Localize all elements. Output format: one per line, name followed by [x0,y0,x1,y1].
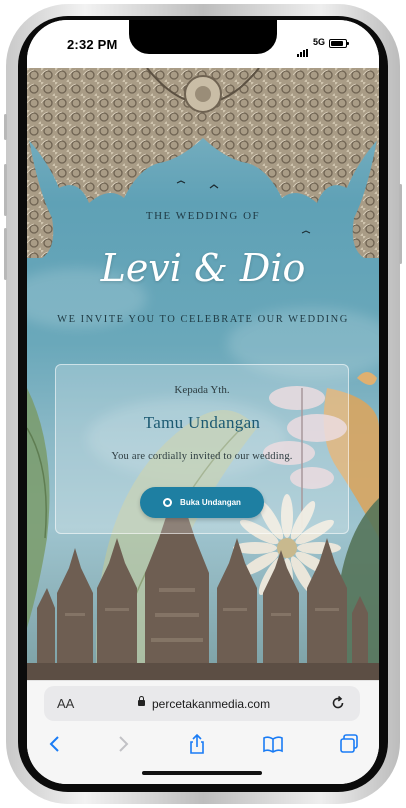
network-type: 5G [313,37,326,47]
invitation-message: You are cordially invited to our wedding… [111,451,293,462]
url-text: percetakanmedia.com [152,697,271,711]
notch [129,20,277,54]
open-invitation-button[interactable]: Buka Undangan [140,487,264,518]
status-bar: 2:32 PM 5G [27,20,379,68]
lock-icon [138,696,145,706]
wedding-heading: THE WEDDING OF [145,210,261,222]
invite-tagline: WE INVITE YOU TO CELEBRATE OUR WEDDING [57,314,349,325]
home-indicator [142,771,262,775]
safari-bottom-bar: AA percetakanmedia.com [27,680,379,784]
back-icon[interactable] [44,733,66,755]
address-bar[interactable]: AA percetakanmedia.com [44,686,360,721]
phone-screen: 2:32 PM 5G THE WEDDING OF Levi & Dio WE … [27,20,379,784]
battery-icon [329,39,349,48]
open-invitation-label: Buka Undangan [180,498,241,507]
invitation-page[interactable]: THE WEDDING OF Levi & Dio WE INVITE YOU … [27,68,379,680]
share-icon[interactable] [186,733,208,755]
envelope-open-icon [163,498,173,507]
bookmarks-icon[interactable] [262,733,284,755]
power-button [399,184,402,264]
signal-icon [297,39,309,57]
reload-icon[interactable] [330,695,346,711]
text-size-button[interactable]: AA [57,696,74,711]
forward-icon[interactable] [112,733,134,755]
volume-up-button [4,164,7,216]
salutation: Kepada Yth. [174,384,230,396]
volume-down-button [4,228,7,280]
tabs-icon[interactable] [338,733,360,755]
guest-card: Kepada Yth. Tamu Undangan You are cordia… [55,364,349,534]
couple-names: Levi & Dio [100,246,306,290]
status-time: 2:32 PM [67,37,118,52]
guest-name: Tamu Undangan [143,413,261,432]
mute-switch [4,114,7,140]
